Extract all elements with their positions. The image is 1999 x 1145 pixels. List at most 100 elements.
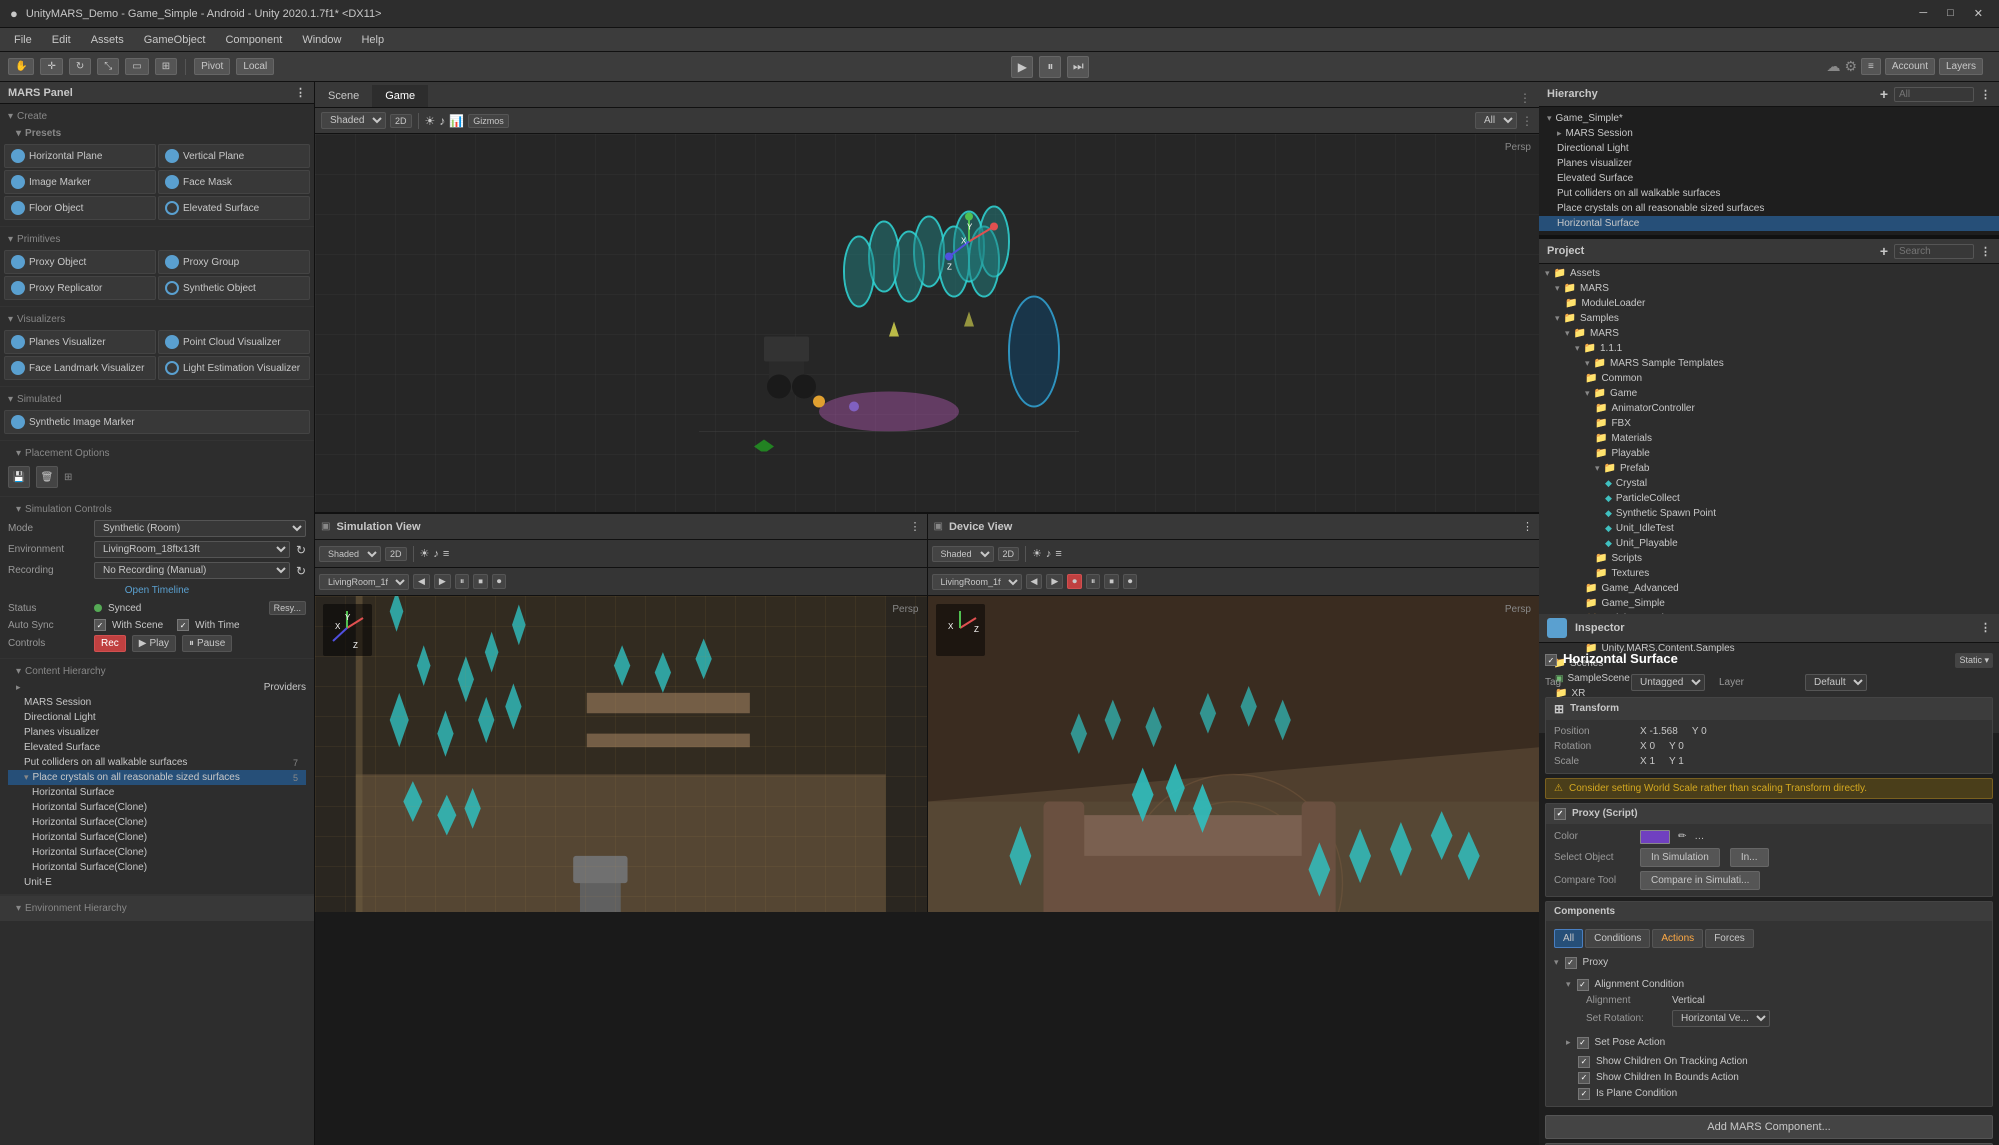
menu-edit[interactable]: Edit [44,32,79,48]
hier-clone-4[interactable]: Horizontal Surface(Clone) [8,845,306,860]
dev-light-icon[interactable]: ☀ [1032,547,1042,560]
menu-help[interactable]: Help [353,32,392,48]
proj-textures[interactable]: 📁 Textures [1539,566,1999,581]
h-elevated-surface[interactable]: Elevated Surface [1539,171,1999,186]
presets-label[interactable]: Presets [0,125,314,142]
project-menu[interactable]: ⋮ [1980,245,1991,258]
proj-mars-sample[interactable]: ▾ 📁 MARS Sample Templates [1539,356,1999,371]
elevated-surface-btn[interactable]: Elevated Surface [158,196,310,220]
proj-unit-playable[interactable]: ◆ Unit_Playable [1539,536,1999,551]
show-tracking-check[interactable] [1578,1056,1590,1068]
tab-conditions[interactable]: Conditions [1585,929,1650,948]
proj-synthetic-spawn[interactable]: ◆ Synthetic Spawn Point [1539,506,1999,521]
proxy-active[interactable] [1554,808,1566,820]
face-mask-btn[interactable]: Face Mask [158,170,310,194]
hierarchy-menu[interactable]: ⋮ [1980,88,1991,101]
dev-viewport[interactable]: Persp X Z [928,596,1540,912]
project-add-btn[interactable]: + [1880,243,1888,259]
hier-planes-visualizer[interactable]: Planes visualizer [8,725,306,740]
dev-shading[interactable]: Shaded [932,546,994,562]
color-swatch[interactable] [1640,830,1670,844]
color-more-icon[interactable]: … [1694,831,1704,842]
proj-samples[interactable]: ▾ 📁 Samples [1539,311,1999,326]
proj-common[interactable]: 📁 Common [1539,371,1999,386]
set-pose-row[interactable]: ▸ Set Pose Action [1566,1035,1984,1051]
dev-next-btn[interactable]: ▶ [1046,574,1063,589]
content-hierarchy-label[interactable]: Content Hierarchy [8,663,306,680]
menu-assets[interactable]: Assets [83,32,132,48]
all-dropdown[interactable]: All [1475,112,1517,129]
face-landmark-btn[interactable]: Face Landmark Visualizer [4,356,156,380]
image-marker-btn[interactable]: Image Marker [4,170,156,194]
scene-panel-menu[interactable]: ⋮ [1511,89,1539,107]
in-scene-btn[interactable]: In... [1730,848,1769,867]
proj-fbx[interactable]: 📁 FBX [1539,416,1999,431]
game-tab[interactable]: Game [372,85,428,107]
scene-viewport[interactable]: X Y Z [315,134,1539,512]
pause-control-btn[interactable]: ⏸ Pause [182,635,232,652]
hier-providers[interactable]: ▸ Providers [8,680,306,695]
minimize-btn[interactable]: ─ [1913,7,1933,20]
sim-pause-btn[interactable]: ⏸ [455,574,470,589]
layer-dropdown[interactable]: Default [1805,674,1867,691]
proj-unit-idle[interactable]: ◆ Unit_IdleTest [1539,521,1999,536]
show-bounds-check[interactable] [1578,1072,1590,1084]
placement-options-label[interactable]: Placement Options [8,445,306,462]
sim-play-btn[interactable]: ▶ [434,574,451,589]
proj-game-simple[interactable]: 📁 Game_Simple [1539,596,1999,611]
tab-actions[interactable]: Actions [1652,929,1703,948]
compare-btn[interactable]: Compare in Simulati... [1640,871,1760,890]
hierarchy-add-btn[interactable]: + [1880,86,1888,102]
h-put-colliders[interactable]: Put colliders on all walkable surfaces [1539,186,1999,201]
dev-play-btn[interactable]: ⏺ [1067,574,1082,589]
layers-btn[interactable]: Layers [1939,58,1983,75]
pivot-btn[interactable]: Pivot [194,58,230,75]
transform-tool[interactable]: ⊞ [155,58,177,75]
sim-env-select[interactable]: LivingRoom_1ft [319,574,409,590]
hier-mars-session[interactable]: MARS Session [8,695,306,710]
hand-tool[interactable]: ✋ [8,58,34,75]
visualizers-label[interactable]: Visualizers [0,311,314,328]
synthetic-object-btn[interactable]: Synthetic Object [158,276,310,300]
menu-file[interactable]: File [6,32,40,48]
mode-dropdown[interactable]: Synthetic (Room) [94,520,306,537]
sim-stats-icon[interactable]: ≡ [443,548,449,560]
proxy-script-header[interactable]: Proxy (Script) [1546,804,1992,824]
dev-view-menu[interactable]: ⋮ [1522,520,1533,533]
scene-menu-icon[interactable]: ⋮ [1521,114,1533,128]
pause-btn[interactable]: ⏸ [1039,56,1061,78]
sim-audio-icon[interactable]: ♪ [433,548,439,560]
hier-elevated-surface[interactable]: Elevated Surface [8,740,306,755]
placement-delete-btn[interactable]: 🗑 [36,466,58,488]
open-timeline-btn[interactable]: Open Timeline [125,585,189,596]
alignment-check[interactable] [1577,979,1589,991]
transform-header[interactable]: ⊞ Transform [1546,698,1992,720]
rotate-tool[interactable]: ↻ [69,58,91,75]
proj-materials[interactable]: 📁 Materials [1539,431,1999,446]
h-directional-light[interactable]: Directional Light [1539,141,1999,156]
h-horizontal-surface[interactable]: Horizontal Surface [1539,216,1999,231]
proj-assets[interactable]: ▾ 📁 Assets [1539,266,1999,281]
scale-tool[interactable]: ⤡ [97,58,119,75]
menu-window[interactable]: Window [294,32,349,48]
proxy-row[interactable]: ▾ Proxy [1554,955,1984,971]
local-btn[interactable]: Local [236,58,274,75]
obj-active-check[interactable] [1545,654,1557,666]
vertical-plane-btn[interactable]: Vertical Plane [158,144,310,168]
in-simulation-btn[interactable]: In Simulation [1640,848,1720,867]
rec-btn[interactable]: Rec [94,635,126,652]
gizmos-btn[interactable]: Gizmos [468,114,509,128]
proxy-replicator-btn[interactable]: Proxy Replicator [4,276,156,300]
rect-tool[interactable]: ▭ [125,58,148,75]
primitives-label[interactable]: Primitives [0,231,314,248]
environment-refresh-icon[interactable]: ↻ [296,543,306,557]
proj-crystal[interactable]: ◆ Crystal [1539,476,1999,491]
point-cloud-btn[interactable]: Point Cloud Visualizer [158,330,310,354]
sim-shading[interactable]: Shaded [319,546,381,562]
dev-stop-btn[interactable]: ⏹ [1104,574,1119,589]
sim-view-menu[interactable]: ⋮ [910,520,921,533]
proj-111[interactable]: ▾ 📁 1.1.1 [1539,341,1999,356]
play-control-btn[interactable]: ▶ Play [132,635,176,652]
sim-record-btn[interactable]: ⏺ [492,574,507,589]
h-mars-session[interactable]: ▸ MARS Session [1539,126,1999,141]
